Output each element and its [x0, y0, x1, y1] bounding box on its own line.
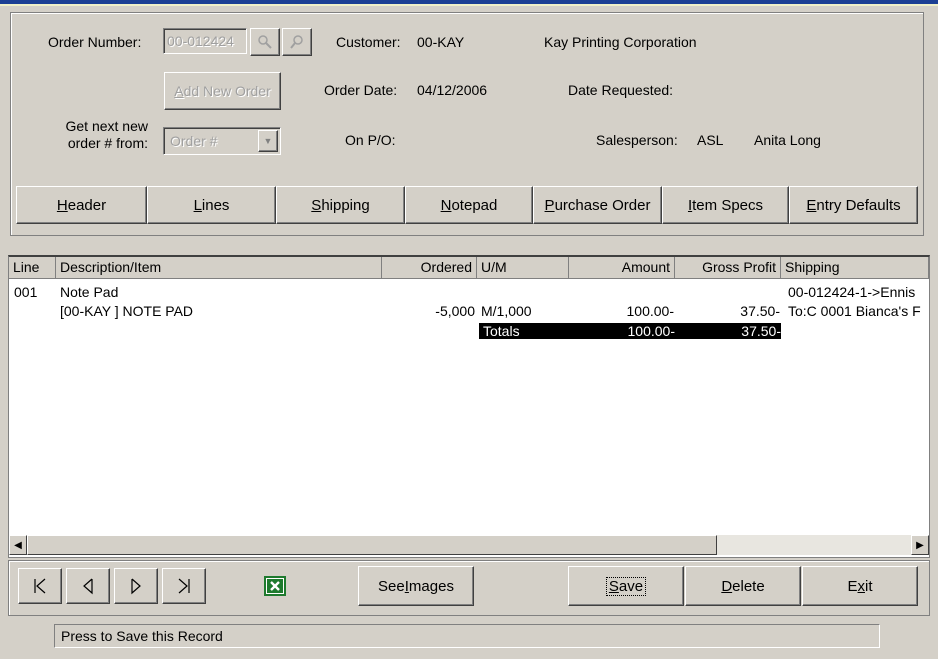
previous-record-icon [83, 578, 93, 595]
salesperson-label: Salesperson: [596, 132, 678, 148]
totals-label: Totals [479, 323, 573, 339]
tab-header[interactable]: Header [16, 186, 147, 224]
column-header-amount[interactable]: Amount [569, 257, 675, 279]
order-date-value: 04/12/2006 [417, 82, 488, 98]
next-order-source-value: Order # [170, 133, 218, 149]
save-button[interactable]: Save [568, 566, 684, 606]
salesperson-name: Anita Long [754, 132, 821, 148]
tab-shipping[interactable]: Shipping [276, 186, 405, 224]
add-new-order-button[interactable]: Add New Order [164, 72, 281, 110]
delete-button[interactable]: Delete [685, 566, 801, 606]
export-excel-button[interactable] [264, 576, 286, 596]
search-icon [258, 35, 272, 49]
exit-button[interactable]: Ex it [802, 566, 918, 606]
totals-gross-profit: 37.50- [679, 323, 781, 339]
next-order-source-select[interactable]: Order # ▼ [163, 127, 281, 155]
tab-notepad[interactable]: Notepad [405, 186, 533, 224]
order-lines-grid[interactable]: Line Description/Item Ordered U/M Amount… [8, 255, 930, 558]
tab-entry-defaults[interactable]: Entry Defaults [789, 186, 918, 224]
horizontal-scrollbar[interactable]: ◀ ▶ [9, 535, 929, 555]
last-record-button[interactable] [162, 568, 206, 604]
customer-code: 00-KAY [417, 34, 465, 50]
next-order-source-label: Get next new order # from: [65, 118, 149, 151]
tab-purchase-order[interactable]: Purchase Order [533, 186, 662, 224]
salesperson-code: ASL [697, 132, 724, 148]
first-record-icon [34, 578, 46, 594]
next-record-icon [131, 578, 141, 595]
row-um: M/1,000 [481, 303, 532, 319]
window-top-highlight [0, 4, 938, 6]
row-item: [00-KAY ] NOTE PAD [60, 303, 194, 319]
order-number-input[interactable]: 00-012424 [163, 28, 247, 54]
on-po-label: On P/O: [345, 132, 396, 148]
column-header-shipping[interactable]: Shipping [781, 257, 929, 279]
row-description: Note Pad [60, 284, 119, 300]
first-record-button[interactable] [18, 568, 62, 604]
row-ordered: -5,000 [435, 303, 475, 319]
scroll-right-icon[interactable]: ▶ [911, 535, 929, 555]
order-lookup-button[interactable] [282, 28, 312, 56]
previous-record-button[interactable] [66, 568, 110, 604]
order-date-label: Order Date: [324, 82, 398, 98]
lookup-icon [290, 35, 303, 49]
excel-icon [264, 576, 286, 596]
see-images-button[interactable]: See Images [358, 566, 474, 606]
row-shipping-order: 00-012424-1->Ennis [788, 284, 916, 300]
order-search-button[interactable] [250, 28, 280, 56]
section-tabs: Header Lines Shipping Notepad Purchase O… [16, 186, 918, 224]
column-header-description[interactable]: Description/Item [56, 257, 382, 279]
column-header-um[interactable]: U/M [477, 257, 569, 279]
date-requested-label: Date Requested: [568, 82, 674, 98]
column-header-ordered[interactable]: Ordered [382, 257, 477, 279]
tab-item-specs[interactable]: Item Specs [662, 186, 789, 224]
customer-label: Customer: [336, 34, 401, 50]
row-gross-profit: 37.50- [740, 303, 780, 319]
grid-header: Line Description/Item Ordered U/M Amount… [9, 257, 929, 279]
scroll-thumb[interactable] [27, 535, 717, 555]
row-line-number: 001 [14, 284, 38, 300]
customer-name: Kay Printing Corporation [544, 34, 697, 50]
status-bar: Press to Save this Record [8, 620, 930, 652]
scroll-left-icon[interactable]: ◀ [9, 535, 27, 555]
row-shipping-to: To:C 0001 Bianca's F [788, 303, 921, 319]
totals-amount: 100.00- [573, 323, 679, 339]
chevron-down-icon[interactable]: ▼ [258, 130, 278, 152]
tab-lines[interactable]: Lines [147, 186, 276, 224]
row-amount: 100.00- [626, 303, 674, 319]
next-record-button[interactable] [114, 568, 158, 604]
status-message: Press to Save this Record [54, 624, 880, 648]
column-header-line[interactable]: Line [9, 257, 56, 279]
column-header-gross-profit[interactable]: Gross Profit [675, 257, 781, 279]
order-number-label: Order Number: [48, 34, 142, 50]
last-record-icon [178, 578, 190, 594]
